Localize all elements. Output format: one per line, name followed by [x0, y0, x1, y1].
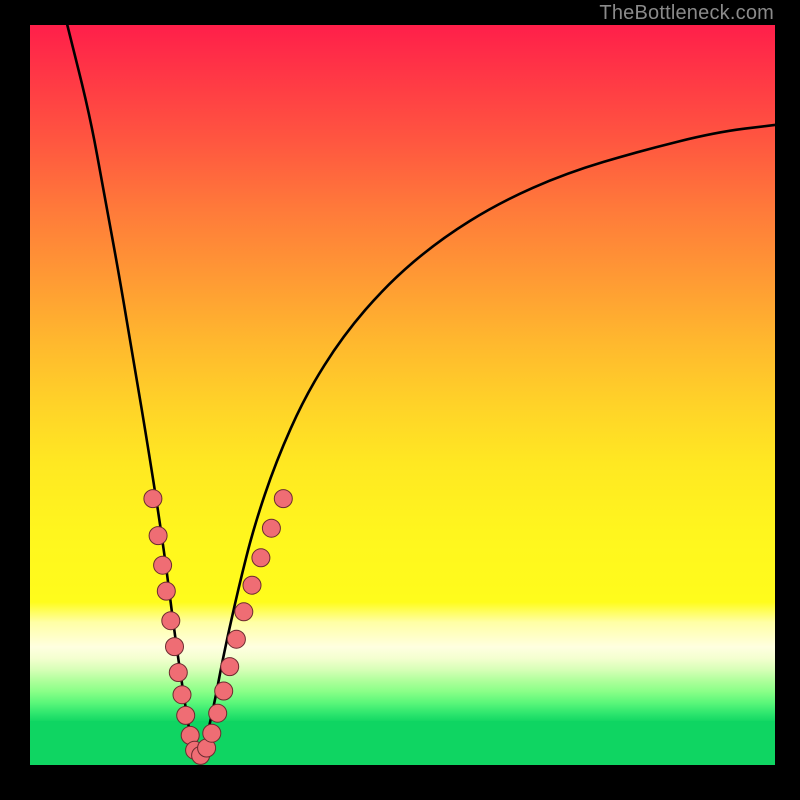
marker-dot: [235, 603, 253, 621]
marker-dot: [169, 664, 187, 682]
marker-dot: [166, 638, 184, 656]
marker-dot: [203, 724, 221, 742]
marker-dot: [177, 706, 195, 724]
marker-dot: [227, 630, 245, 648]
marker-dot: [154, 556, 172, 574]
watermark-text: TheBottleneck.com: [599, 2, 774, 25]
bottleneck-curve-svg: [30, 25, 775, 765]
marker-dot: [274, 490, 292, 508]
marker-dot: [252, 549, 270, 567]
marker-dot: [162, 612, 180, 630]
chart-frame: TheBottleneck.com: [0, 0, 800, 800]
marker-dot: [144, 490, 162, 508]
marker-dot: [173, 686, 191, 704]
marker-dot: [215, 682, 233, 700]
marker-dot: [243, 576, 261, 594]
marker-dot: [149, 527, 167, 545]
marker-dot: [262, 519, 280, 537]
plot-area: [30, 25, 775, 765]
marker-dot: [157, 582, 175, 600]
marker-dot: [209, 704, 227, 722]
marker-dot: [221, 658, 239, 676]
